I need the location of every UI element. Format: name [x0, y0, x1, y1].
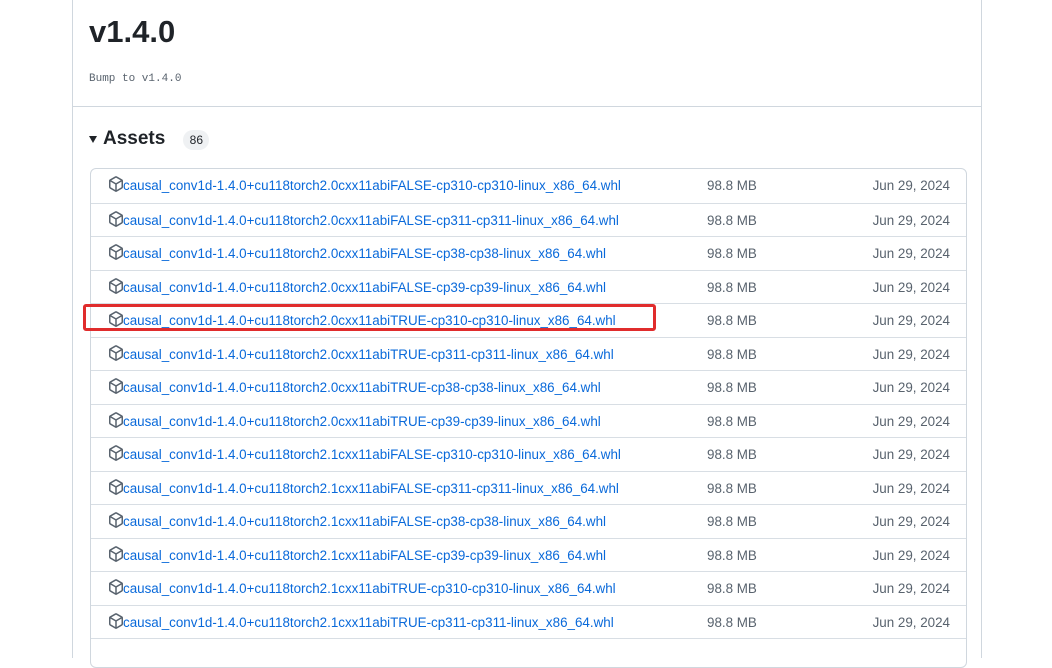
assets-toggle[interactable]: Assets 86 — [89, 122, 210, 156]
asset-download-link[interactable]: causal_conv1d-1.4.0+cu118torch2.0cxx11ab… — [123, 212, 619, 229]
asset-row: causal_conv1d-1.4.0+cu118torch2.0cxx11ab… — [91, 269, 966, 304]
release-card: v1.4.0 Bump to v1.4.0 Assets 86 causal_c… — [72, 0, 982, 668]
asset-size: 98.8 MB — [707, 178, 757, 193]
asset-download-link[interactable]: causal_conv1d-1.4.0+cu118torch2.0cxx11ab… — [123, 413, 601, 430]
asset-size: 98.8 MB — [707, 246, 757, 261]
asset-download-link[interactable]: causal_conv1d-1.4.0+cu118torch2.0cxx11ab… — [123, 312, 616, 329]
asset-size: 98.8 MB — [707, 313, 757, 328]
asset-size: 98.8 MB — [707, 413, 757, 429]
asset-date: Jun 29, 2024 — [872, 246, 950, 261]
asset-download-link[interactable]: causal_conv1d-1.4.0+cu118torch2.0cxx11ab… — [123, 346, 614, 363]
asset-download-link[interactable]: causal_conv1d-1.4.0+cu118torch2.0cxx11ab… — [123, 177, 621, 194]
asset-size: 98.8 MB — [707, 447, 757, 462]
asset-size: 98.8 MB — [707, 514, 757, 529]
asset-size: 98.8 MB — [707, 212, 757, 228]
asset-download-link[interactable]: causal_conv1d-1.4.0+cu118torch2.0cxx11ab… — [123, 245, 606, 262]
asset-download-link[interactable]: causal_conv1d-1.4.0+cu118torch2.1cxx11ab… — [123, 446, 621, 463]
asset-list: causal_conv1d-1.4.0+cu118torch2.0cxx11ab… — [90, 168, 967, 668]
asset-date: Jun 29, 2024 — [872, 313, 950, 328]
asset-size: 98.8 MB — [707, 279, 757, 295]
asset-download-link[interactable]: causal_conv1d-1.4.0+cu118torch2.1cxx11ab… — [123, 513, 606, 530]
package-icon — [109, 545, 123, 562]
asset-size: 98.8 MB — [707, 547, 757, 563]
package-icon — [109, 378, 123, 394]
asset-row: causal_conv1d-1.4.0+cu118torch2.1cxx11ab… — [91, 571, 966, 605]
asset-date: Jun 29, 2024 — [872, 178, 950, 193]
package-icon — [109, 612, 123, 629]
asset-date: Jun 29, 2024 — [872, 279, 950, 295]
asset-download-link[interactable]: causal_conv1d-1.4.0+cu118torch2.1cxx11ab… — [123, 480, 619, 497]
release-header: v1.4.0 Bump to v1.4.0 — [73, 0, 981, 107]
asset-download-link[interactable]: causal_conv1d-1.4.0+cu118torch2.1cxx11ab… — [123, 547, 606, 564]
asset-size: 98.8 MB — [707, 614, 757, 630]
asset-download-link[interactable]: causal_conv1d-1.4.0+cu118torch2.1cxx11ab… — [123, 580, 616, 597]
package-icon — [109, 579, 123, 595]
asset-date: Jun 29, 2024 — [872, 212, 950, 228]
asset-row: causal_conv1d-1.4.0+cu118torch2.0cxx11ab… — [91, 169, 966, 203]
asset-date: Jun 29, 2024 — [872, 514, 950, 529]
asset-row: causal_conv1d-1.4.0+cu118torch2.1cxx11ab… — [91, 437, 966, 471]
asset-size: 98.8 MB — [707, 346, 757, 362]
asset-date: Jun 29, 2024 — [872, 413, 950, 429]
asset-date: Jun 29, 2024 — [872, 614, 950, 630]
assets-title: Assets — [103, 128, 166, 149]
asset-row: causal_conv1d-1.4.0+cu118torch2.0cxx11ab… — [91, 236, 966, 270]
asset-row: causal_conv1d-1.4.0+cu118torch2.0cxx11ab… — [91, 336, 966, 371]
asset-date: Jun 29, 2024 — [872, 581, 950, 596]
asset-row-highlighted: causal_conv1d-1.4.0+cu118torch2.0cxx11ab… — [91, 303, 966, 337]
asset-date: Jun 29, 2024 — [872, 346, 950, 362]
asset-date: Jun 29, 2024 — [872, 447, 950, 462]
asset-size: 98.8 MB — [707, 480, 757, 496]
package-icon — [109, 176, 123, 192]
package-icon — [109, 512, 123, 528]
asset-row: causal_conv1d-1.4.0+cu118torch2.0cxx11ab… — [91, 370, 966, 404]
triangle-down-icon — [89, 136, 97, 143]
asset-download-link[interactable]: causal_conv1d-1.4.0+cu118torch2.0cxx11ab… — [123, 279, 606, 296]
asset-download-link[interactable]: causal_conv1d-1.4.0+cu118torch2.1cxx11ab… — [123, 614, 614, 631]
package-icon — [109, 478, 123, 495]
asset-date: Jun 29, 2024 — [872, 547, 950, 563]
asset-row: causal_conv1d-1.4.0+cu118torch2.1cxx11ab… — [91, 537, 966, 572]
package-icon — [109, 210, 123, 227]
package-icon — [109, 445, 123, 461]
asset-date: Jun 29, 2024 — [872, 380, 950, 395]
asset-row: causal_conv1d-1.4.0+cu118torch2.1cxx11ab… — [91, 504, 966, 538]
asset-row: causal_conv1d-1.4.0+cu118torch2.1cxx11ab… — [91, 604, 966, 639]
asset-row: causal_conv1d-1.4.0+cu118torch2.0cxx11ab… — [91, 403, 966, 438]
package-icon — [109, 344, 123, 361]
release-notes: Bump to v1.4.0 — [89, 73, 182, 85]
asset-date: Jun 29, 2024 — [872, 480, 950, 496]
package-icon — [109, 244, 123, 260]
package-icon — [109, 411, 123, 428]
asset-row: causal_conv1d-1.4.0+cu118torch2.1cxx11ab… — [91, 470, 966, 505]
asset-size: 98.8 MB — [707, 380, 757, 395]
package-icon — [109, 277, 123, 294]
package-icon — [109, 311, 123, 327]
asset-row-partial — [91, 638, 966, 667]
release-version-title[interactable]: v1.4.0 — [89, 12, 175, 52]
asset-download-link[interactable]: causal_conv1d-1.4.0+cu118torch2.0cxx11ab… — [123, 379, 601, 396]
asset-row: causal_conv1d-1.4.0+cu118torch2.0cxx11ab… — [91, 202, 966, 237]
asset-size: 98.8 MB — [707, 581, 757, 596]
assets-count-badge: 86 — [183, 130, 210, 150]
